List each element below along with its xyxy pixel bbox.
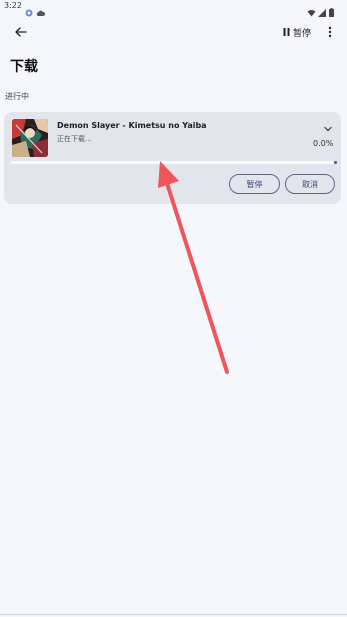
back-button[interactable] — [8, 22, 34, 42]
arrow-back-icon — [15, 27, 27, 37]
cancel-button[interactable]: 取消 — [285, 174, 335, 194]
signal-icon — [318, 2, 326, 21]
download-title: Demon Slayer - Kimetsu no Yaiba — [57, 121, 207, 130]
section-label-in-progress: 进行中 — [5, 92, 29, 101]
cloud-icon — [36, 2, 45, 21]
pause-all-button[interactable]: 暂停 — [283, 24, 311, 40]
download-percent: 0.0% — [313, 139, 334, 148]
status-time: 3:22 — [4, 1, 22, 10]
app-notification-icon — [25, 2, 33, 21]
cover-thumbnail — [12, 119, 48, 157]
download-card[interactable]: Demon Slayer - Kimetsu no Yaiba 正在下载... … — [4, 112, 341, 204]
progress-bar — [11, 161, 337, 164]
pause-icon — [283, 28, 290, 36]
battery-icon — [329, 2, 334, 21]
more-options-button[interactable] — [323, 22, 337, 42]
progress-end-dot — [334, 161, 337, 164]
more-vert-icon — [328, 26, 332, 38]
chevron-down-icon — [324, 126, 332, 132]
status-bar: 3:22 — [0, 0, 347, 17]
download-status: 正在下载... — [57, 135, 92, 143]
pause-all-label: 暂停 — [293, 28, 312, 39]
wifi-icon — [307, 2, 316, 21]
annotation-arrow — [158, 161, 229, 374]
pause-button[interactable]: 暂停 — [229, 174, 280, 194]
expand-button[interactable] — [323, 119, 333, 132]
navigation-divider — [0, 614, 347, 615]
page-title: 下载 — [10, 59, 38, 75]
